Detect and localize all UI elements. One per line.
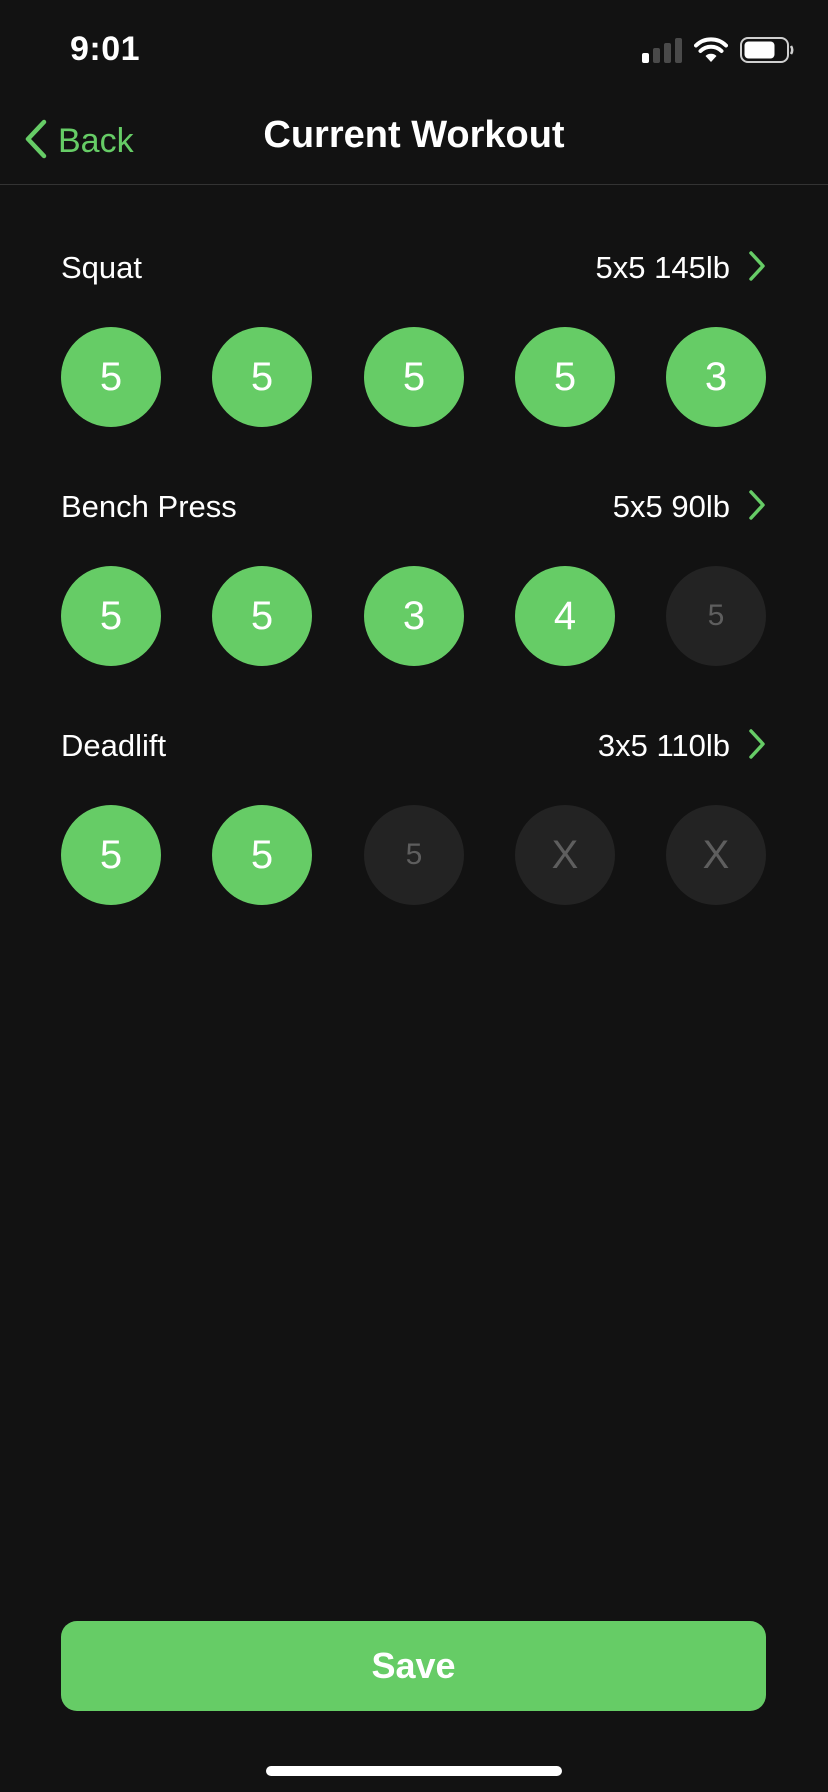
- exercise-name: Squat: [61, 250, 143, 285]
- chevron-right-icon: [748, 728, 766, 764]
- exercise-scheme-button[interactable]: 5x5 90lb: [613, 489, 766, 525]
- status-icons: [642, 36, 794, 64]
- cellular-signal-icon: [642, 37, 682, 63]
- exercise-scheme: 3x5 110lb: [597, 728, 730, 763]
- battery-icon: [740, 37, 794, 63]
- set-circle[interactable]: 5: [666, 566, 766, 666]
- set-circle[interactable]: X: [515, 805, 615, 905]
- set-circle[interactable]: 5: [212, 566, 312, 666]
- exercise-bench-press: Bench Press 5x5 90lb 5 5 3 4 5: [0, 478, 828, 678]
- chevron-right-icon: [748, 250, 766, 286]
- set-row: 5 5 5 5 3: [61, 327, 767, 427]
- set-circle[interactable]: 5: [364, 327, 464, 427]
- exercise-squat: Squat 5x5 145lb 5 5 5 5 3: [0, 239, 828, 439]
- exercise-header: Squat 5x5 145lb: [61, 239, 766, 297]
- set-row: 5 5 3 4 5: [61, 566, 767, 666]
- exercise-name: Deadlift: [61, 728, 167, 763]
- exercise-deadlift: Deadlift 3x5 110lb 5 5 5 X X: [0, 717, 828, 917]
- exercise-scheme: 5x5 145lb: [595, 250, 730, 285]
- home-indicator: [266, 1766, 562, 1776]
- set-row: 5 5 5 X X: [61, 805, 767, 905]
- set-circle[interactable]: 5: [61, 327, 161, 427]
- exercise-header: Deadlift 3x5 110lb: [61, 717, 766, 775]
- set-circle[interactable]: X: [666, 805, 766, 905]
- exercise-header: Bench Press 5x5 90lb: [61, 478, 766, 536]
- page-title: Current Workout: [263, 114, 565, 156]
- wifi-icon: [694, 37, 728, 63]
- exercise-scheme-button[interactable]: 5x5 145lb: [596, 250, 766, 286]
- set-circle[interactable]: 5: [61, 566, 161, 666]
- set-circle[interactable]: 4: [515, 566, 615, 666]
- set-circle[interactable]: 5: [515, 327, 615, 427]
- status-time: 9:01: [70, 30, 141, 68]
- exercise-scheme: 5x5 90lb: [612, 489, 730, 524]
- set-circle[interactable]: 5: [364, 805, 464, 905]
- navigation-bar: Back Current Workout: [0, 100, 828, 185]
- exercise-scheme-button[interactable]: 3x5 110lb: [598, 728, 766, 764]
- set-circle[interactable]: 3: [364, 566, 464, 666]
- status-bar: 9:01: [0, 0, 828, 100]
- save-button[interactable]: Save: [61, 1621, 766, 1711]
- set-circle[interactable]: 5: [212, 327, 312, 427]
- set-circle[interactable]: 5: [212, 805, 312, 905]
- set-circle[interactable]: 5: [61, 805, 161, 905]
- exercise-name: Bench Press: [61, 489, 237, 524]
- workout-screen: 9:01 Back Current Workout Squat 5x5 145l…: [0, 0, 828, 1792]
- chevron-right-icon: [748, 489, 766, 525]
- set-circle[interactable]: 3: [666, 327, 766, 427]
